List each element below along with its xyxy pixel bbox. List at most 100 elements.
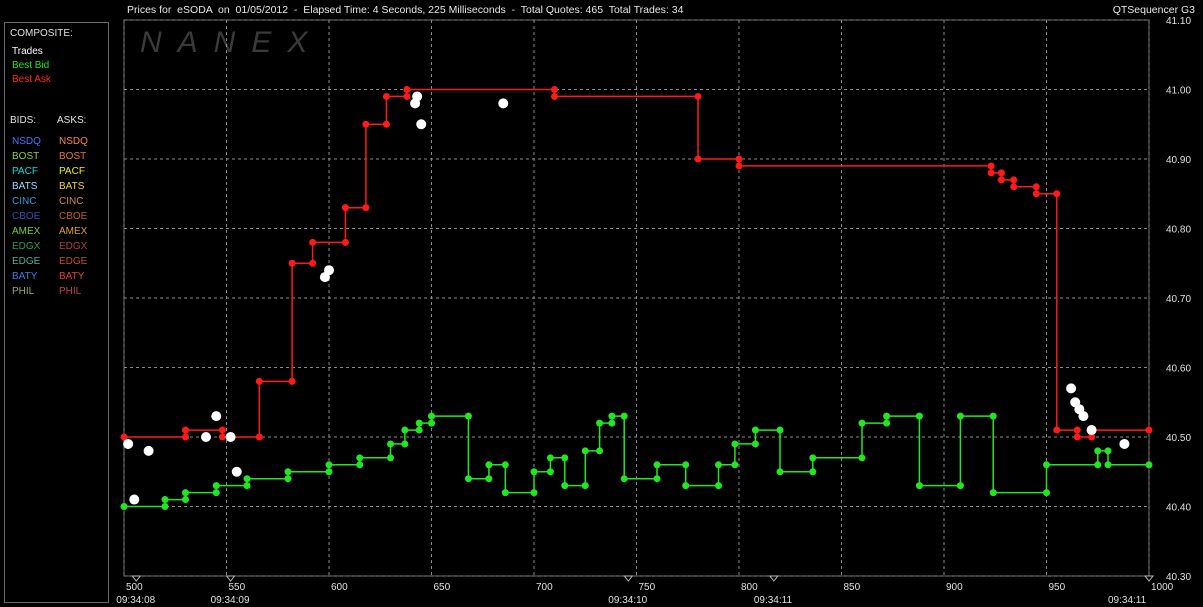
best-ask-point (255, 377, 263, 385)
best-ask-point (735, 162, 743, 170)
y-tick-label: 40.80 (1166, 225, 1191, 236)
best-bid-point (620, 412, 628, 420)
y-tick-label: 40.60 (1166, 364, 1191, 375)
best-bid-point (485, 461, 493, 469)
best-ask-point (288, 377, 296, 385)
x-tick-label: 550 (229, 582, 246, 593)
y-tick-label: 40.90 (1166, 155, 1191, 166)
best-ask-point (987, 162, 995, 170)
best-ask-point (362, 120, 370, 128)
best-ask-point (182, 433, 189, 441)
y-tick-label: 40.70 (1166, 294, 1191, 305)
time-label: 09:34:11 (1108, 595, 1147, 606)
best-bid-point (561, 454, 569, 462)
best-bid-point (776, 426, 784, 434)
best-bid-point (653, 475, 661, 483)
best-bid-point (608, 412, 616, 420)
time-marker (768, 575, 779, 582)
x-tick-label: 650 (434, 582, 451, 593)
best-bid-point (161, 503, 169, 510)
trade-point (1119, 438, 1130, 449)
best-bid-point (387, 454, 394, 462)
best-bid-point (561, 482, 569, 490)
time-label: 09:34:11 (754, 595, 793, 606)
best-ask-point (694, 92, 702, 100)
time-marker (1143, 575, 1155, 582)
best-ask-point (694, 155, 702, 163)
best-ask-point (1073, 426, 1081, 434)
best-ask-point (1053, 426, 1061, 434)
best-bid-point (1145, 461, 1153, 469)
best-bid-point (1094, 461, 1102, 469)
best-bid-point (243, 475, 251, 483)
trade-point (211, 411, 222, 422)
best-ask-point (1032, 183, 1040, 191)
y-tick-label: 40.40 (1166, 503, 1191, 514)
x-tick-label: 850 (844, 582, 861, 593)
best-ask-point (362, 204, 370, 212)
best-bid-point (653, 461, 661, 469)
best-bid-point (989, 412, 997, 420)
trade-point (143, 445, 154, 456)
trade-point (123, 438, 134, 449)
best-bid-point (325, 468, 333, 476)
best-bid-point (809, 468, 817, 476)
best-ask-point (997, 169, 1005, 177)
best-bid-point (956, 412, 964, 420)
x-tick-label: 800 (741, 582, 758, 593)
best-ask-point (288, 259, 296, 267)
best-bid-point (1104, 461, 1112, 469)
best-bid-point (401, 440, 409, 448)
best-ask-point (551, 92, 558, 100)
trade-point (498, 98, 509, 109)
best-ask-point (309, 259, 317, 267)
best-bid-point (608, 419, 616, 427)
best-ask-point (1010, 176, 1018, 184)
y-tick-label: 40.30 (1166, 572, 1191, 583)
best-bid-point (120, 503, 128, 510)
best-ask-point (309, 238, 317, 246)
best-ask-point (1032, 190, 1040, 198)
x-tick-label: 700 (536, 582, 553, 593)
best-bid-point (883, 419, 891, 427)
best-ask-point (987, 169, 995, 177)
best-ask-point (341, 238, 349, 246)
best-bid-point (356, 454, 364, 462)
best-ask-point (1145, 426, 1153, 434)
best-bid-point (731, 440, 739, 448)
time-marker (131, 575, 142, 582)
watermark: NANEX (140, 26, 323, 59)
best-bid-point (284, 475, 292, 483)
y-tick-label: 41.10 (1166, 16, 1191, 27)
x-tick-label: 900 (946, 582, 963, 593)
trade-point (412, 91, 423, 102)
best-bid-point (915, 412, 923, 420)
best-bid-point (401, 426, 409, 434)
best-ask-point (218, 426, 226, 434)
best-bid-point (284, 468, 292, 476)
best-bid-point (715, 482, 722, 490)
best-bid-point (530, 468, 538, 476)
best-bid-point (464, 412, 472, 420)
trade-point (231, 466, 242, 477)
best-ask-point (1073, 433, 1081, 441)
best-bid-point (415, 419, 423, 427)
y-tick-label: 41.00 (1166, 86, 1191, 97)
best-ask-point (1010, 183, 1018, 191)
best-bid-point (212, 482, 220, 490)
best-bid-point (243, 482, 251, 490)
best-bid-point (546, 454, 554, 462)
best-bid-point (356, 461, 364, 469)
time-label: 09:34:09 (211, 595, 250, 606)
best-bid-point (501, 489, 509, 497)
best-ask-point (1053, 190, 1061, 198)
time-label: 09:34:10 (608, 595, 647, 606)
trade-point (324, 265, 334, 276)
best-bid-point (858, 419, 866, 427)
x-tick-label: 600 (331, 582, 348, 593)
best-bid-point (620, 475, 628, 483)
best-bid-point (915, 482, 923, 490)
best-bid-point (212, 489, 220, 497)
best-bid-point (682, 461, 690, 469)
best-bid-point (428, 419, 435, 427)
